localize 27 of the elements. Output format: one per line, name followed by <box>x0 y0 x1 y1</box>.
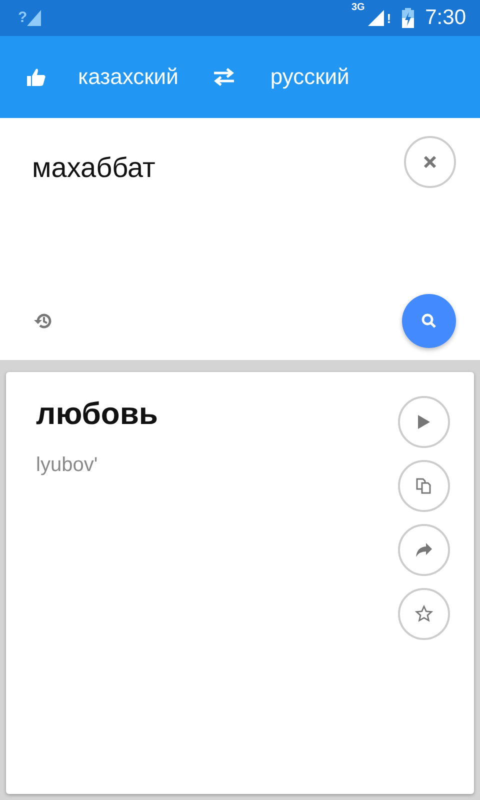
search-icon <box>420 312 438 330</box>
target-language[interactable]: русский <box>270 64 350 90</box>
battery-icon <box>402 8 414 28</box>
history-icon[interactable] <box>34 311 54 331</box>
close-icon <box>423 155 437 169</box>
cell-signal-icon <box>368 10 384 26</box>
favorite-button[interactable] <box>398 588 450 640</box>
thumbs-up-icon[interactable] <box>26 67 46 87</box>
share-icon <box>415 542 433 558</box>
swap-icon[interactable] <box>212 68 236 86</box>
translation: любовь <box>36 396 158 432</box>
play-icon <box>417 414 431 430</box>
network-type: 3G <box>351 2 365 13</box>
signal-icon <box>27 10 42 26</box>
play-button[interactable] <box>398 396 450 448</box>
share-button[interactable] <box>398 524 450 576</box>
transliteration: lyubov' <box>36 454 98 477</box>
signal-alert-mark: ! <box>386 10 392 26</box>
clock: 7:30 <box>425 6 466 30</box>
clear-button[interactable] <box>404 136 456 188</box>
search-button[interactable] <box>402 294 456 348</box>
copy-icon <box>415 477 433 495</box>
star-icon <box>415 605 433 623</box>
source-language[interactable]: казахский <box>78 64 178 90</box>
input-field[interactable]: махаббат <box>32 152 156 184</box>
signal-unknown-mark: ? <box>18 10 28 26</box>
copy-button[interactable] <box>398 460 450 512</box>
